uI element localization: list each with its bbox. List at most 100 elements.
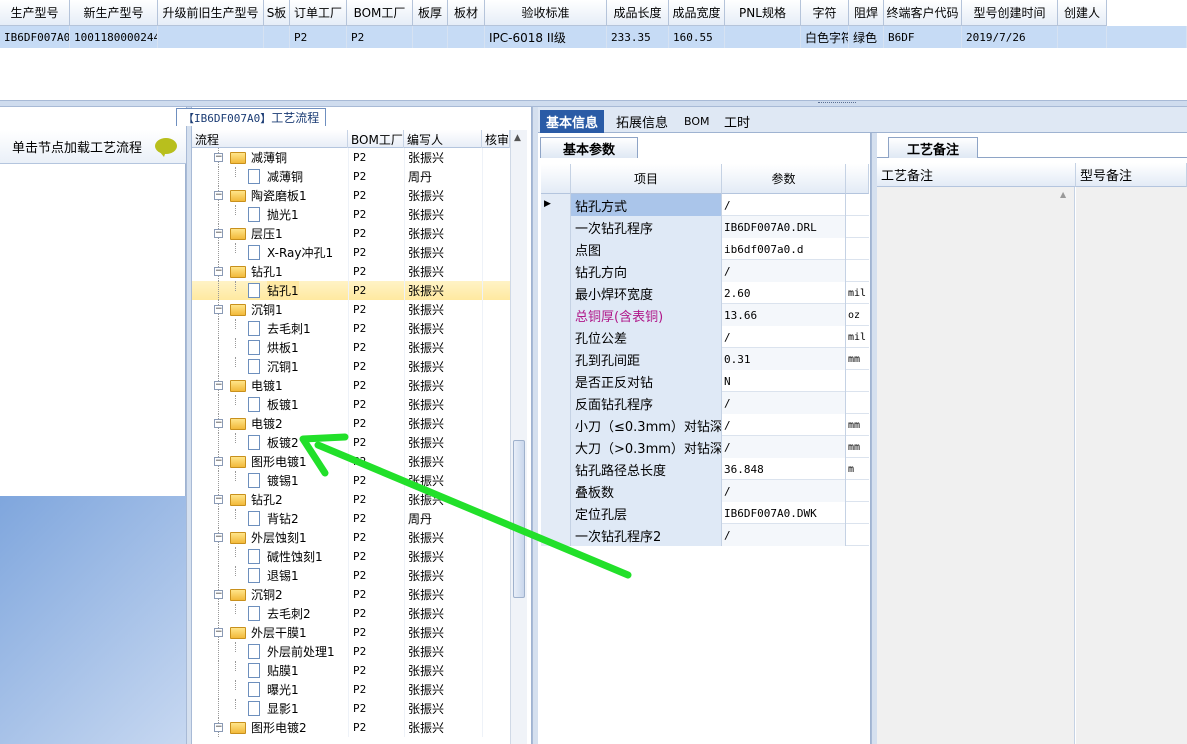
horizontal-splitter[interactable] — [0, 100, 1187, 107]
process-step-name[interactable]: 碱性蚀刻1 — [267, 547, 323, 566]
grid-cell[interactable]: 2019/7/26 — [962, 26, 1058, 48]
process-step-name[interactable]: 钻孔2 — [251, 490, 283, 509]
tree-row[interactable]: 减薄铜 P2 周丹 — [192, 167, 510, 186]
process-step-name[interactable]: 电镀2 — [251, 414, 283, 433]
column-header[interactable]: BOM工厂 — [347, 0, 413, 26]
row-selector[interactable] — [541, 348, 571, 370]
param-value[interactable]: 36.848 — [722, 458, 846, 480]
column-header[interactable]: 成品宽度 — [669, 0, 725, 26]
header-review[interactable]: 核审 — [482, 130, 510, 148]
tab-work-hours[interactable]: 工时 — [718, 110, 756, 133]
tree-row[interactable]: 退锡1 P2 张振兴 — [192, 566, 510, 585]
row-selector[interactable] — [541, 216, 571, 238]
collapse-icon[interactable]: − — [214, 153, 223, 162]
tree-row[interactable]: − 钻孔2 P2 张振兴 — [192, 490, 510, 509]
collapse-icon[interactable]: − — [214, 495, 223, 504]
process-step-name[interactable]: 层压1 — [251, 224, 283, 243]
param-row[interactable]: 小刀（≤0.3mm）对钻深度 / mm — [541, 414, 869, 436]
process-scrollbar[interactable]: ▲ — [510, 130, 527, 744]
grid-cell[interactable] — [1058, 26, 1107, 48]
process-step-name[interactable]: 减薄铜 — [251, 148, 287, 167]
tree-row[interactable]: 去毛刺2 P2 张振兴 — [192, 604, 510, 623]
process-step-name[interactable]: 外层蚀刻1 — [251, 528, 307, 547]
column-header[interactable]: S板 — [264, 0, 290, 26]
param-value[interactable]: 2.60 — [722, 282, 846, 304]
row-selector[interactable] — [541, 524, 571, 546]
param-row[interactable]: 一次钻孔程序2/ — [541, 524, 869, 546]
grid-cell[interactable]: 白色字符 — [801, 26, 849, 48]
row-selector[interactable] — [541, 458, 571, 480]
process-step-name[interactable]: 钻孔1 — [251, 262, 283, 281]
remark-scroll-up-icon[interactable]: ▲ — [1060, 190, 1074, 200]
tree-row[interactable]: 沉铜1 P2 张振兴 — [192, 357, 510, 376]
tree-row[interactable]: − 电镀1 P2 张振兴 — [192, 376, 510, 395]
row-selector[interactable] — [541, 392, 571, 414]
tree-row[interactable]: − 电镀2 P2 张振兴 — [192, 414, 510, 433]
column-header[interactable]: 升级前旧生产型号 — [158, 0, 264, 26]
grid-cell[interactable] — [264, 26, 290, 48]
collapse-icon[interactable]: − — [214, 723, 223, 732]
param-row[interactable]: 点图 ib6df007a0.d — [541, 238, 869, 260]
splitter-grip[interactable] — [818, 102, 856, 105]
column-header[interactable]: 成品长度 — [607, 0, 669, 26]
param-value[interactable]: 0.31 — [722, 348, 846, 370]
process-step-name[interactable]: 去毛刺1 — [267, 319, 311, 338]
grid-cell[interactable] — [413, 26, 448, 48]
param-value[interactable]: IB6DF007A0.DRL — [722, 216, 846, 238]
collapse-icon[interactable]: − — [214, 229, 223, 238]
param-row[interactable]: 叠板数 / — [541, 480, 869, 502]
param-value[interactable]: 13.66 — [722, 304, 846, 326]
process-step-name[interactable]: 图形电镀2 — [251, 718, 307, 737]
column-header[interactable]: 验收标准 — [485, 0, 607, 26]
tree-row[interactable]: 抛光1 P2 张振兴 — [192, 205, 510, 224]
tree-row[interactable]: − 钻孔1 P2 张振兴 — [192, 262, 510, 281]
process-step-name[interactable]: 外层前处理1 — [267, 642, 335, 661]
param-value[interactable]: N — [722, 370, 846, 392]
header-bom-factory[interactable]: BOM工厂 — [348, 130, 404, 148]
row-selector[interactable] — [541, 326, 571, 348]
grid-cell[interactable]: P2 — [347, 26, 413, 48]
tab-basic-info[interactable]: 基本信息 — [540, 110, 605, 133]
column-header[interactable]: 创建人 — [1058, 0, 1107, 26]
process-scrollbar-thumb[interactable] — [513, 440, 525, 598]
grid-cell[interactable] — [725, 26, 801, 48]
process-step-name[interactable]: 板镀1 — [267, 395, 299, 414]
row-selector[interactable] — [541, 436, 571, 458]
header-param[interactable]: 参数 — [722, 164, 846, 194]
tree-row[interactable]: − 减薄铜 P2 张振兴 — [192, 148, 510, 167]
param-value[interactable]: ib6df007a0.d — [722, 238, 846, 260]
grid-cell[interactable]: 233.35 — [607, 26, 669, 48]
collapse-icon[interactable]: − — [214, 628, 223, 637]
row-selector[interactable] — [541, 502, 571, 524]
process-step-name[interactable]: 贴膜1 — [267, 661, 299, 680]
process-step-name[interactable]: 背钻2 — [267, 509, 299, 528]
process-step-name[interactable]: 电镀1 — [251, 376, 283, 395]
row-selector[interactable] — [541, 370, 571, 392]
tree-row[interactable]: 板镀2 P2 张振兴 — [192, 433, 510, 452]
tab-bom[interactable]: BOM — [678, 110, 716, 133]
collapse-icon[interactable]: − — [214, 305, 223, 314]
tree-row[interactable]: − 沉铜1 P2 张振兴 — [192, 300, 510, 319]
process-step-name[interactable]: 去毛刺2 — [267, 604, 311, 623]
header-model-remark[interactable]: 型号备注 — [1076, 163, 1187, 187]
tree-row[interactable]: 板镀1 P2 张振兴 — [192, 395, 510, 414]
column-header[interactable]: 字符 — [801, 0, 849, 26]
param-row[interactable]: 一次钻孔程序 IB6DF007A0.DRL — [541, 216, 869, 238]
tree-row[interactable]: 贴膜1 P2 张振兴 — [192, 661, 510, 680]
process-step-name[interactable]: 沉铜2 — [251, 585, 283, 604]
row-selector[interactable] — [541, 238, 571, 260]
collapse-icon[interactable]: − — [214, 381, 223, 390]
grid-cell[interactable]: 160.55 — [669, 26, 725, 48]
grid-cell[interactable]: 绿色 — [849, 26, 884, 48]
tree-row[interactable]: 背钻2 P2 周丹 — [192, 509, 510, 528]
column-header[interactable]: 终端客户代码 — [884, 0, 962, 26]
param-row[interactable]: 定位孔层 IB6DF007A0.DWK — [541, 502, 869, 524]
column-header[interactable]: 阻焊 — [849, 0, 884, 26]
param-value[interactable]: / — [722, 480, 846, 502]
collapse-icon[interactable]: − — [214, 419, 223, 428]
param-row[interactable]: 钻孔方向 / — [541, 260, 869, 282]
process-step-name[interactable]: X-Ray冲孔1 — [267, 243, 333, 262]
param-value[interactable]: / — [722, 414, 846, 436]
row-selector[interactable] — [541, 304, 571, 326]
param-value[interactable]: / — [722, 326, 846, 348]
